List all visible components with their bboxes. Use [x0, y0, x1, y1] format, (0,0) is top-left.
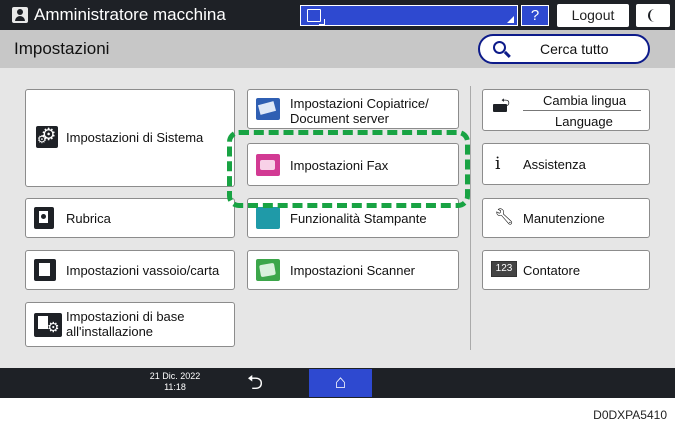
document-status-icon	[307, 9, 325, 25]
change-language-label: Cambia lingua	[543, 93, 627, 108]
copier-icon	[256, 98, 280, 120]
device-screen: Amministratore macchina ? Logout Imposta…	[0, 0, 675, 398]
change-language-tile[interactable]: Cambia lingua Language	[482, 89, 650, 131]
address-book-tile[interactable]: Rubrica	[25, 198, 235, 238]
language-switch-icon	[491, 94, 513, 114]
counter-icon: 123	[491, 261, 517, 277]
date-text: 21 Dic. 2022	[149, 371, 201, 381]
search-icon	[493, 41, 506, 54]
base-installation-label-line1: Impostazioni di base	[66, 309, 185, 324]
top-bar: Amministratore macchina ? Logout	[0, 0, 675, 30]
help-button[interactable]: ?	[521, 5, 549, 26]
copier-label-line2: Document server	[290, 111, 389, 126]
user-label: Amministratore macchina	[34, 5, 226, 24]
time-text: 11:18	[164, 382, 186, 392]
info-icon: i	[495, 154, 501, 174]
printer-icon	[256, 207, 280, 229]
base-installation-settings-tile[interactable]: Impostazioni di base all'installazione	[25, 302, 235, 347]
tray-paper-settings-label: Impostazioni vassoio/carta	[66, 263, 220, 278]
maintenance-label: Manutenzione	[523, 211, 605, 226]
back-button[interactable]: ⮌	[240, 370, 270, 396]
assistance-tile[interactable]: i Assistenza	[482, 143, 650, 185]
language-divider	[523, 110, 641, 111]
figure-caption: D0DXPA5410	[593, 408, 667, 422]
energy-saver-button[interactable]	[636, 4, 670, 27]
base-settings-icon	[34, 313, 62, 337]
scanner-settings-tile[interactable]: Impostazioni Scanner	[247, 250, 459, 290]
language-label: Language	[555, 114, 613, 129]
bottom-bar: 21 Dic. 2022 11:18 ⮌ ⌂	[0, 368, 675, 398]
base-installation-label: Impostazioni di base all'installazione	[66, 309, 185, 339]
user-icon	[12, 7, 28, 23]
system-message-bar[interactable]	[300, 5, 518, 26]
maintenance-tile[interactable]: 🔧︎ Manutenzione	[482, 198, 650, 238]
base-installation-label-line2: all'installazione	[66, 324, 154, 339]
logout-button[interactable]: Logout	[557, 4, 629, 27]
counter-tile[interactable]: 123 Contatore	[482, 250, 650, 290]
home-button[interactable]: ⌂	[309, 369, 372, 397]
date-time-display: 21 Dic. 2022 11:18	[140, 371, 210, 393]
gear-icon	[36, 125, 58, 148]
expand-corner-icon	[507, 16, 514, 23]
assistance-label: Assistenza	[523, 157, 586, 172]
fax-settings-highlight	[227, 130, 470, 208]
settings-header: Impostazioni Cerca tutto	[0, 30, 675, 68]
scanner-icon	[256, 259, 280, 281]
address-book-label: Rubrica	[66, 211, 111, 226]
page-title: Impostazioni	[14, 39, 110, 58]
system-settings-tile[interactable]: Impostazioni di Sistema	[25, 89, 235, 187]
address-book-icon	[34, 207, 54, 229]
search-all-button[interactable]: Cerca tutto	[478, 34, 650, 64]
counter-label: Contatore	[523, 263, 581, 278]
scanner-settings-label: Impostazioni Scanner	[290, 263, 416, 278]
paper-tray-icon	[34, 259, 56, 281]
column-divider	[470, 86, 471, 350]
copier-document-server-tile[interactable]: Impostazioni Copiatrice/ Document server	[247, 89, 459, 129]
copier-label-line1: Impostazioni Copiatrice/	[290, 96, 429, 111]
wrench-icon: 🔧︎	[494, 209, 515, 226]
back-arrow-icon: ⮌	[246, 372, 264, 394]
home-icon: ⌂	[334, 372, 347, 393]
tray-paper-settings-tile[interactable]: Impostazioni vassoio/carta	[25, 250, 235, 290]
printer-features-label: Funzionalità Stampante	[290, 211, 427, 226]
copier-label: Impostazioni Copiatrice/ Document server	[290, 96, 429, 126]
search-all-label: Cerca tutto	[540, 41, 609, 57]
system-settings-label: Impostazioni di Sistema	[66, 130, 204, 145]
